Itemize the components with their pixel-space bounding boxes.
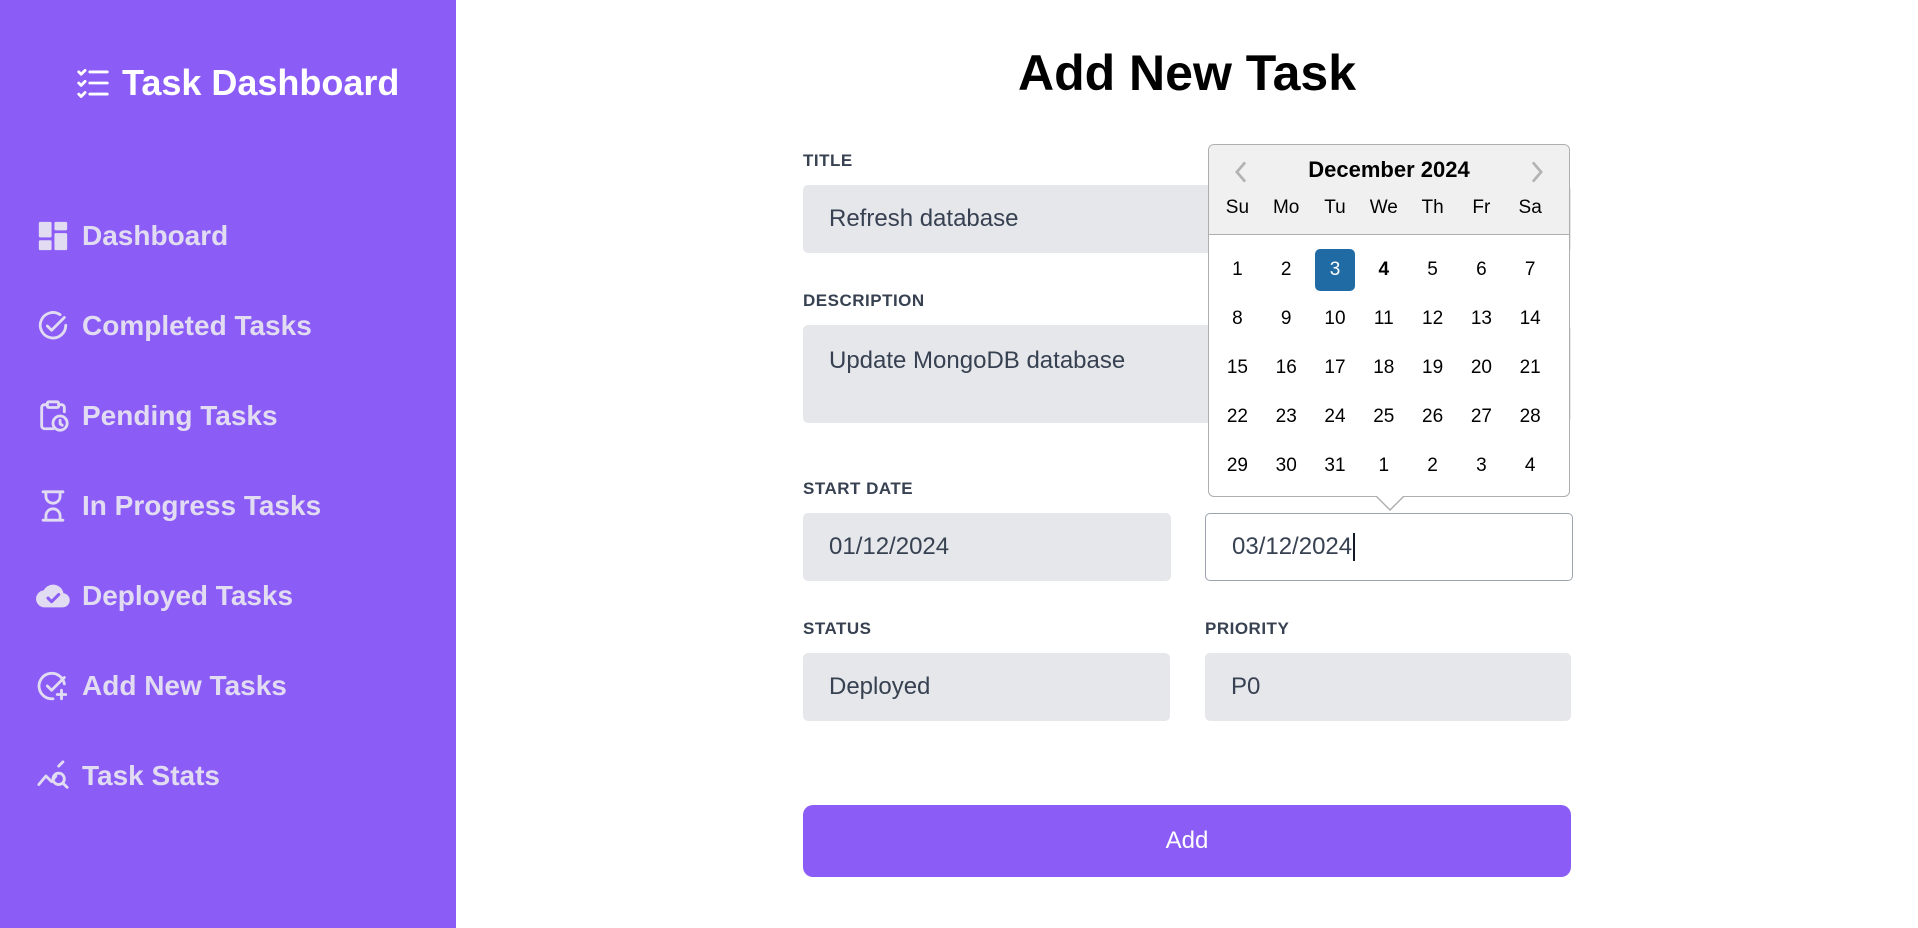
day-cell[interactable]: 2 [1408,445,1457,487]
day-cell[interactable]: 27 [1457,396,1506,438]
day-cell[interactable]: 13 [1457,298,1506,340]
check-circle-icon [38,311,68,340]
datepicker-weekdays: Su Mo Tu We Th Fr Sa [1209,197,1569,219]
start-date-label: START DATE [803,479,914,498]
page-title: Add New Task [1017,45,1357,101]
sidebar-item-in-progress-tasks[interactable]: In Progress Tasks [36,484,321,528]
day-cell[interactable]: 28 [1506,396,1555,438]
day-cell[interactable]: 25 [1359,396,1408,438]
datepicker-month-label: December 2024 [1308,157,1470,182]
dashboard-icon [38,221,68,251]
start-date-value: 01/12/2024 [829,533,950,560]
weekday-label: Sa [1518,197,1542,218]
day-cell[interactable]: 17 [1311,347,1360,389]
day-cell[interactable]: 21 [1506,347,1555,389]
sidebar: Task Dashboard Dashboard Completed Tasks… [0,0,456,928]
weekday-label: Fr [1472,197,1491,218]
sidebar-item-label: In Progress Tasks [82,490,322,521]
day-cell[interactable]: 24 [1311,396,1360,438]
status-value: Deployed [829,673,931,700]
week-row: 22 23 24 25 26 27 28 [1213,396,1555,445]
description-value: Update MongoDB database [829,347,1126,374]
day-cell[interactable]: 29 [1213,445,1262,487]
day-cell[interactable]: 14 [1506,298,1555,340]
weekday-label: Tu [1324,197,1346,218]
sidebar-item-label: Add New Tasks [82,670,287,701]
sidebar-item-label: Deployed Tasks [82,580,294,611]
day-cell[interactable]: 30 [1262,445,1311,487]
day-cell[interactable]: 8 [1213,298,1262,340]
datepicker-header: December 2024 Su Mo Tu We Th Fr Sa [1209,145,1569,235]
clipboard-clock-icon [40,400,69,432]
hourglass-icon [41,490,65,522]
status-label: STATUS [803,619,872,638]
check-plus-icon [37,671,68,701]
chart-search-icon [37,760,69,789]
brand[interactable]: Task Dashboard [74,58,399,108]
start-date-field[interactable]: 01/12/2024 [803,513,1171,581]
sidebar-item-deployed-tasks[interactable]: Deployed Tasks [36,574,321,618]
day-cell[interactable]: 10 [1311,298,1360,340]
datepicker-popup: December 2024 Su Mo Tu We Th Fr Sa 1 2 3… [1208,144,1570,497]
sidebar-item-label: Completed Tasks [82,310,312,341]
end-date-field[interactable]: 03/12/2024 [1205,513,1573,581]
day-cell[interactable]: 5 [1408,249,1457,291]
sidebar-item-add-new-tasks[interactable]: Add New Tasks [36,664,321,708]
sidebar-item-task-stats[interactable]: Task Stats [36,754,321,798]
sidebar-item-label: Task Stats [82,760,220,791]
week-row: 8 9 10 11 12 13 14 [1213,298,1555,347]
brand-title: Task Dashboard [122,62,400,103]
day-cell[interactable]: 15 [1213,347,1262,389]
day-cell[interactable]: 16 [1262,347,1311,389]
sidebar-nav: Dashboard Completed Tasks Pending Tasks … [36,214,321,844]
day-cell[interactable]: 18 [1359,347,1408,389]
weekday-label: Mo [1272,197,1300,218]
day-cell[interactable]: 9 [1262,298,1311,340]
weekday-label: We [1369,197,1398,218]
day-cell[interactable]: 11 [1359,298,1408,340]
day-cell[interactable]: 22 [1213,396,1262,438]
priority-value: P0 [1231,673,1261,700]
end-date-value: 03/12/2024 [1232,533,1353,560]
datepicker-pointer-fill [1377,496,1403,509]
chevron-right-icon [1531,161,1543,183]
day-cell[interactable]: 7 [1506,249,1555,291]
week-row: 29 30 31 1 2 3 4 [1213,445,1555,494]
day-cell[interactable]: 1 [1359,445,1408,487]
sidebar-item-completed-tasks[interactable]: Completed Tasks [36,304,321,348]
day-cell[interactable]: 1 [1213,249,1262,291]
status-field[interactable]: Deployed [803,653,1170,721]
day-cell[interactable]: 2 [1262,249,1311,291]
priority-field[interactable]: P0 [1205,653,1571,721]
day-cell[interactable]: 20 [1457,347,1506,389]
day-cell[interactable]: 26 [1408,396,1457,438]
title-value: Refresh database [829,205,1019,232]
sidebar-item-label: Pending Tasks [82,400,278,431]
week-row: 1 2 3 4 5 6 7 [1213,249,1555,298]
priority-label: PRIORITY [1205,619,1290,638]
task-list-icon [77,68,109,98]
title-label: TITLE [803,151,853,170]
sidebar-item-pending-tasks[interactable]: Pending Tasks [36,394,321,438]
day-cell[interactable]: 19 [1408,347,1457,389]
day-cell[interactable]: 31 [1311,445,1360,487]
weekday-label: Su [1225,197,1250,218]
day-cell[interactable]: 4 [1506,445,1555,487]
week-row: 15 16 17 18 19 20 21 [1213,347,1555,396]
day-cell[interactable]: 6 [1457,249,1506,291]
description-label: DESCRIPTION [803,291,925,310]
weekday-label: Th [1421,197,1444,218]
day-cell[interactable]: 12 [1408,298,1457,340]
day-cell[interactable]: 3 [1457,445,1506,487]
text-caret [1353,533,1356,561]
sidebar-item-dashboard[interactable]: Dashboard [36,214,321,258]
day-cell[interactable]: 23 [1262,396,1311,438]
next-month-button[interactable] [1522,157,1552,187]
add-button[interactable]: Add [803,805,1571,877]
cloud-check-icon [36,584,70,608]
today-day-cell[interactable]: 4 [1359,249,1408,291]
datepicker-grid: 1 2 3 4 5 6 7 8 9 10 11 12 13 14 15 16 1… [1213,249,1555,494]
selected-day-cell[interactable]: 3 [1314,249,1355,291]
sidebar-item-label: Dashboard [82,220,229,251]
